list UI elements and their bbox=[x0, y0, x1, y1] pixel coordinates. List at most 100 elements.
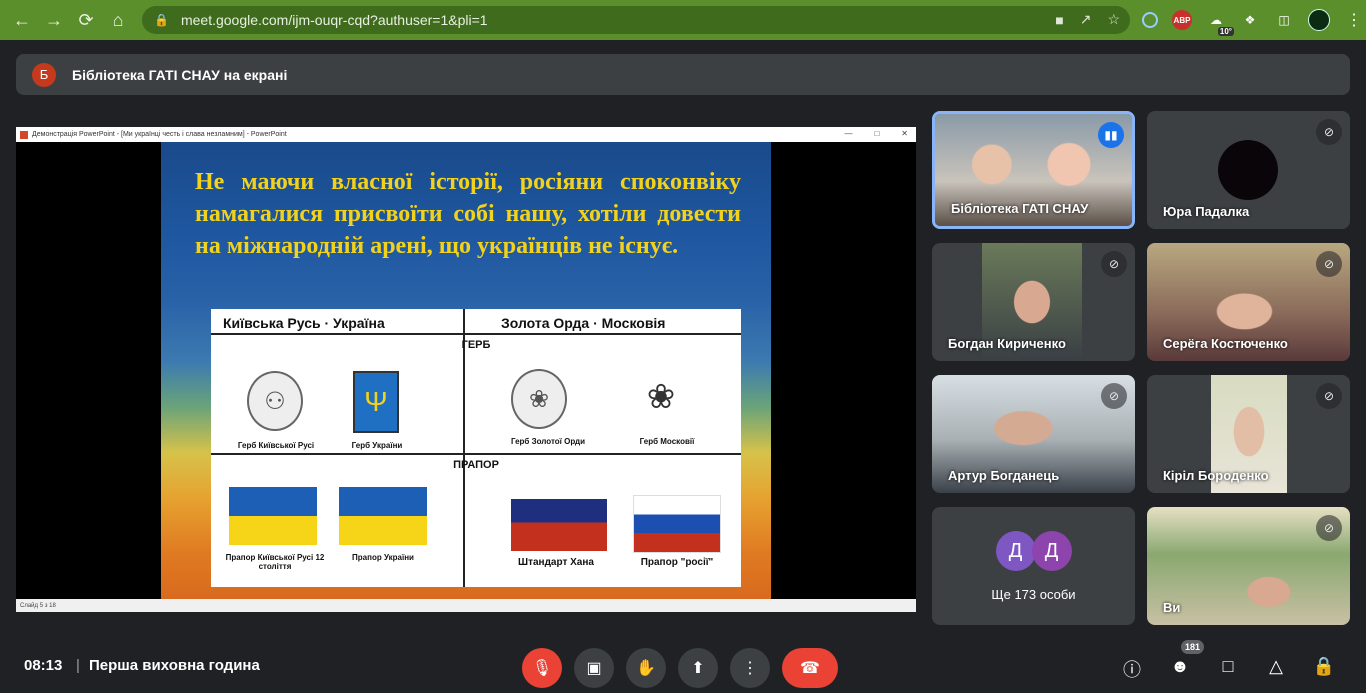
people-icon[interactable]: ☻ bbox=[1168, 656, 1192, 677]
back-icon[interactable]: ← bbox=[8, 6, 36, 34]
meeting-controls-bar: 08:13 | Перша виховна година 🎙 ▣ ✋ ⬆ ⋮ ☎… bbox=[0, 636, 1366, 693]
participant-tile-artur[interactable]: ⊘ Артур Богданець bbox=[932, 375, 1135, 493]
header-left: Київська Русь · Україна bbox=[223, 315, 385, 331]
coat-moscow-icon: ❀ bbox=[646, 378, 676, 416]
participant-tile-self[interactable]: ⊘ Ви bbox=[1147, 507, 1350, 625]
mic-toggle-button[interactable]: 🎙 bbox=[522, 648, 562, 688]
caption-flag-ukraine: Прапор України bbox=[352, 553, 414, 562]
participant-tile-yura[interactable]: ⊘ Юра Падалка bbox=[1147, 111, 1350, 229]
extensions-area: ABP ☁ 10° ❖ ◫ ⋮ bbox=[1142, 8, 1364, 36]
hand-icon: ✋ bbox=[636, 660, 656, 677]
comparison-table: Київська Русь · Україна Золота Орда · Мо… bbox=[211, 309, 741, 587]
more-avatars: Д Д bbox=[932, 531, 1135, 571]
share-icon[interactable]: ↗ bbox=[1080, 11, 1092, 28]
camera-blocked-icon[interactable]: ■ bbox=[1055, 12, 1063, 28]
flag-kyiv bbox=[229, 487, 317, 545]
more-vert-icon: ⋮ bbox=[742, 660, 758, 677]
powerpoint-window-title: Демонстрація PowerPoint - [Ми українці ч… bbox=[32, 131, 287, 138]
flag-ukraine bbox=[339, 487, 427, 545]
extension-circle-icon[interactable] bbox=[1142, 12, 1158, 28]
participant-name: Кіріл Бороденко bbox=[1163, 468, 1269, 483]
caption-coat-moscow: Герб Московії bbox=[639, 437, 695, 446]
participant-tile-bohdan[interactable]: ⊘ Богдан Кириченко bbox=[932, 243, 1135, 361]
presenter-avatar: Б bbox=[32, 62, 56, 87]
participant-name: Серёга Костюченко bbox=[1163, 336, 1288, 351]
clock: 08:13 bbox=[24, 657, 63, 674]
section-flag-label: ПРАПОР bbox=[453, 459, 499, 471]
title-separator: | bbox=[76, 657, 80, 674]
more-options-button[interactable]: ⋮ bbox=[730, 648, 770, 688]
slide-text: Не маючи власної історії, росіяни спокон… bbox=[195, 169, 741, 259]
participant-name: Ви bbox=[1163, 600, 1181, 615]
coat-kyiv-icon: ⚇ bbox=[247, 371, 303, 431]
table-row-divider bbox=[211, 453, 741, 455]
flag-russia bbox=[633, 495, 721, 553]
table-header: Київська Русь · Україна Золота Орда · Мо… bbox=[211, 309, 741, 335]
participant-tile-serhiy[interactable]: ⊘ Серёга Костюченко bbox=[1147, 243, 1350, 361]
header-right: Золота Орда · Московія bbox=[501, 315, 666, 331]
side-panel-icon[interactable]: ◫ bbox=[1274, 10, 1294, 30]
slide: Не маючи власної історії, росіяни спокон… bbox=[161, 142, 771, 599]
caption-coat-horde: Герб Золотої Орди bbox=[510, 437, 586, 446]
mic-off-icon: ⊘ bbox=[1101, 383, 1127, 409]
coat-ukraine-icon: Ψ bbox=[353, 371, 399, 433]
end-call-icon: ☎ bbox=[800, 660, 820, 677]
raise-hand-button[interactable]: ✋ bbox=[626, 648, 666, 688]
home-icon[interactable]: ⌂ bbox=[104, 6, 132, 34]
bookmark-star-icon[interactable]: ☆ bbox=[1107, 11, 1120, 28]
camera-toggle-button[interactable]: ▣ bbox=[574, 648, 614, 688]
presenter-banner-text: Бібліотека ГАТІ СНАУ на екрані bbox=[72, 66, 288, 83]
flag-khan bbox=[511, 499, 607, 551]
participant-name: Юра Падалка bbox=[1163, 204, 1250, 219]
slide-counter: Слайд 5 з 18 bbox=[20, 602, 56, 609]
present-icon: ⬆ bbox=[691, 660, 705, 677]
caption-flag-khan: Штандарт Хана bbox=[518, 557, 594, 568]
profile-avatar[interactable] bbox=[1308, 9, 1330, 31]
close-icon: ✕ bbox=[901, 129, 908, 138]
caption-coat-kyiv: Герб Київської Русі bbox=[237, 441, 315, 450]
url-text: meet.google.com/ijm-ouqr-cqd?authuser=1&… bbox=[180, 12, 488, 28]
more-avatar-2: Д bbox=[1031, 531, 1072, 571]
powerpoint-icon bbox=[20, 130, 28, 139]
host-controls-icon[interactable]: 🔒 bbox=[1312, 656, 1336, 677]
coat-horde-icon: ❀ bbox=[511, 369, 567, 429]
mic-off-icon: ⊘ bbox=[1316, 251, 1342, 277]
lock-icon: 🔒 bbox=[154, 13, 169, 27]
mic-off-icon: ⊘ bbox=[1316, 515, 1342, 541]
caption-flag-kyiv: Прапор Київської Русі 12 століття bbox=[225, 553, 325, 571]
meeting-info-icon[interactable]: ⓘ bbox=[1120, 656, 1144, 682]
activities-icon[interactable]: △ bbox=[1264, 656, 1288, 677]
participant-avatar bbox=[1218, 140, 1278, 200]
section-coat-label: ГЕРБ bbox=[461, 339, 491, 351]
meeting-title: Перша виховна година bbox=[89, 657, 260, 674]
caption-flag-russia: Прапор "росії" bbox=[640, 557, 714, 568]
weather-temp: 10° bbox=[1217, 27, 1234, 36]
forward-icon[interactable]: → bbox=[40, 6, 68, 34]
powerpoint-titlebar: Демонстрація PowerPoint - [Ми українці ч… bbox=[16, 127, 916, 142]
mic-off-icon: ⊘ bbox=[1101, 251, 1127, 277]
more-participants-tile[interactable]: Д Д Ще 173 особи bbox=[932, 507, 1135, 625]
leave-call-button[interactable]: ☎ bbox=[782, 648, 838, 688]
participant-name: Бібліотека ГАТІ СНАУ bbox=[951, 201, 1089, 216]
presenter-banner: Б Бібліотека ГАТІ СНАУ на екрані bbox=[16, 54, 1350, 95]
more-participants-text: Ще 173 особи bbox=[991, 587, 1076, 602]
mic-off-icon: ⊘ bbox=[1316, 383, 1342, 409]
extensions-puzzle-icon[interactable]: ❖ bbox=[1240, 10, 1260, 30]
adblock-icon[interactable]: ABP bbox=[1172, 10, 1192, 30]
people-count-badge: 181 bbox=[1181, 640, 1205, 654]
participant-tile-library[interactable]: ▮▮ Бібліотека ГАТІ СНАУ bbox=[932, 111, 1135, 229]
participant-name: Богдан Кириченко bbox=[948, 336, 1066, 351]
powerpoint-statusbar: Слайд 5 з 18 bbox=[16, 599, 916, 612]
reload-icon[interactable]: ⟳ bbox=[72, 6, 100, 34]
maximize-icon: □ bbox=[874, 129, 880, 138]
present-screen-button[interactable]: ⬆ bbox=[678, 648, 718, 688]
presentation-screen: Демонстрація PowerPoint - [Ми українці ч… bbox=[16, 127, 916, 612]
chat-icon[interactable]: □ bbox=[1216, 656, 1240, 677]
minimize-icon: — bbox=[844, 129, 853, 138]
participant-tile-kiril[interactable]: ⊘ Кіріл Бороденко bbox=[1147, 375, 1350, 493]
mic-off-icon: 🎙 bbox=[531, 660, 553, 677]
menu-dots-icon[interactable]: ⋮ bbox=[1344, 10, 1364, 30]
address-bar[interactable]: 🔒 meet.google.com/ijm-ouqr-cqd?authuser=… bbox=[142, 6, 1130, 34]
weather-icon[interactable]: ☁ 10° bbox=[1206, 10, 1234, 36]
mic-off-icon: ⊘ bbox=[1316, 119, 1342, 145]
